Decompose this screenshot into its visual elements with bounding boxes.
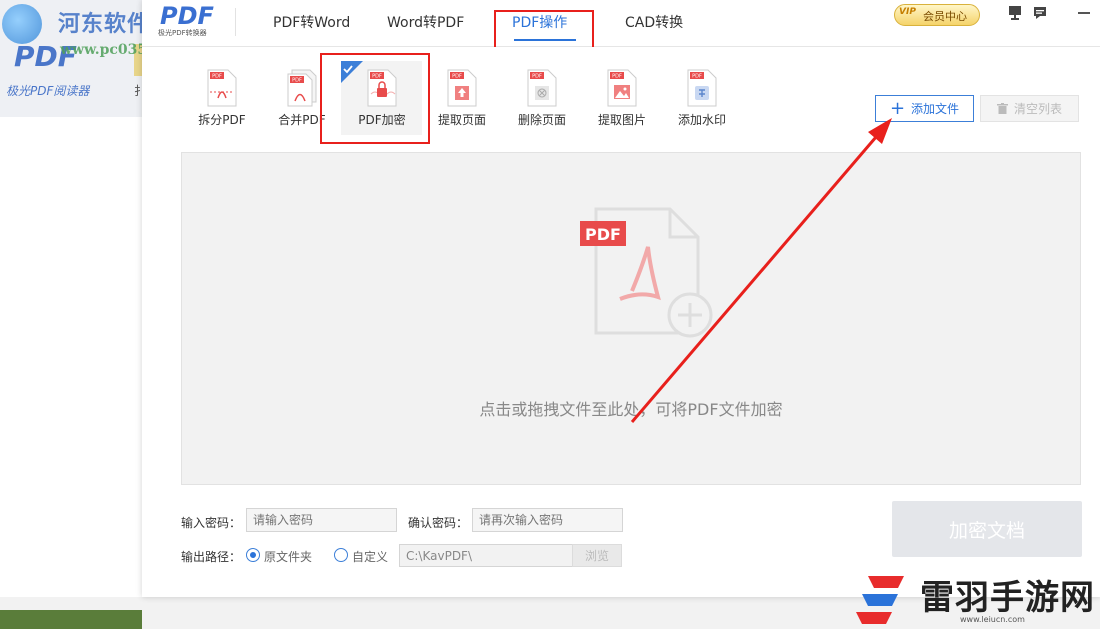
output-path-input[interactable]	[399, 544, 573, 567]
confirm-password-label: 确认密码：	[408, 516, 469, 530]
app-logo: PDF	[160, 2, 214, 30]
svg-text:PDF: PDF	[612, 74, 622, 80]
watermark-logo-circle	[2, 4, 42, 44]
svg-text:PDF: PDF	[292, 78, 302, 84]
add-file-label: 添加文件	[911, 102, 960, 116]
tool-label: 删除页面	[517, 113, 566, 127]
brand-url: www.leiucn.com	[960, 615, 1025, 624]
add-watermark-icon: PDF	[686, 68, 718, 108]
brand-watermark: 雷羽手游网 www.leiucn.com	[850, 568, 1100, 629]
svg-text:PDF: PDF	[692, 74, 702, 80]
tool-split-pdf[interactable]: PDF 拆分PDF	[187, 68, 257, 128]
tab-cad-convert[interactable]: CAD转换	[625, 12, 683, 32]
background-desktop	[0, 610, 142, 629]
brand-logo-icon	[854, 572, 914, 626]
svg-text:PDF: PDF	[532, 74, 542, 80]
annotation-box-tool	[320, 53, 430, 144]
title-bar: PDF 极光PDF转换器 PDF转Word Word转PDF PDF操作 CAD…	[142, 0, 1100, 47]
tool-label: 拆分PDF	[198, 113, 246, 127]
browse-button[interactable]: 浏览	[572, 544, 622, 567]
background-blank-area	[0, 117, 142, 629]
tab-word-to-pdf[interactable]: Word转PDF	[387, 12, 464, 32]
background-app-name: 极光PDF阅读器	[6, 84, 90, 98]
app-logo-subtitle: 极光PDF转换器	[158, 29, 207, 37]
radio-original-folder[interactable]	[246, 548, 260, 562]
svg-text:PDF: PDF	[585, 225, 621, 244]
vip-crown-icon: VIP	[899, 7, 916, 17]
radio-original-folder-label[interactable]: 原文件夹	[264, 548, 312, 565]
minimize-icon[interactable]	[1078, 12, 1090, 14]
svg-text:PDF: PDF	[452, 74, 462, 80]
monitor-icon[interactable]	[1008, 5, 1022, 21]
title-divider	[235, 8, 236, 36]
password-input[interactable]	[246, 508, 397, 532]
trash-icon	[996, 103, 1008, 114]
tab-pdf-to-word[interactable]: PDF转Word	[273, 12, 350, 32]
vip-center-label: 会员中心	[923, 10, 967, 23]
confirm-password-input[interactable]	[472, 508, 623, 532]
output-path-label: 输出路径：	[181, 550, 242, 564]
brand-logo-text: 雷羽手游网	[920, 578, 1095, 618]
clear-list-label: 清空列表	[1013, 102, 1062, 116]
annotation-arrow	[630, 118, 892, 423]
split-pdf-icon: PDF	[206, 68, 238, 108]
password-label: 输入密码：	[181, 516, 242, 530]
delete-page-icon: PDF	[526, 68, 558, 108]
extract-image-icon: PDF	[606, 68, 638, 108]
merge-pdf-icon: PDF	[286, 68, 318, 108]
extract-page-icon: PDF	[446, 68, 478, 108]
tool-extract-page[interactable]: PDF 提取页面	[427, 68, 497, 128]
tool-delete-page[interactable]: PDF 删除页面	[507, 68, 577, 128]
tool-label: 提取页面	[437, 113, 486, 127]
vip-center-button[interactable]: VIP 会员中心	[894, 4, 980, 26]
encrypt-document-button[interactable]: 加密文档	[892, 501, 1082, 557]
clear-list-button[interactable]: 清空列表	[980, 95, 1079, 122]
radio-custom-label[interactable]: 自定义	[352, 548, 388, 565]
radio-custom[interactable]	[334, 548, 348, 562]
svg-text:PDF: PDF	[212, 74, 222, 80]
message-icon[interactable]	[1033, 5, 1047, 19]
